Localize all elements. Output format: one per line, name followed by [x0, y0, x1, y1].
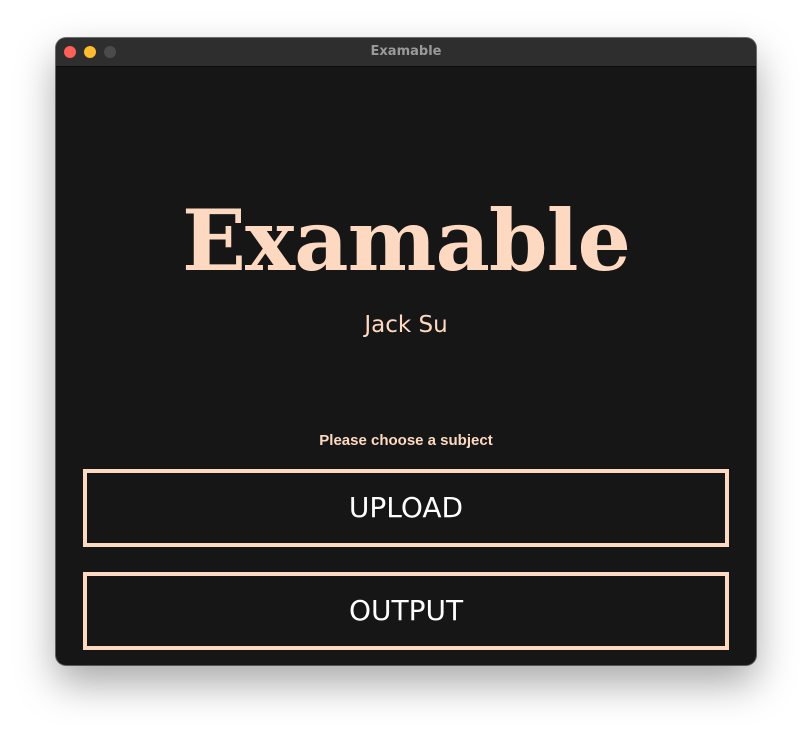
- author-name: Jack Su: [364, 312, 448, 338]
- app-title: Examable: [182, 191, 631, 290]
- upload-button[interactable]: UPLOAD: [83, 469, 729, 547]
- subject-prompt: Please choose a subject: [319, 432, 493, 449]
- window-title: Examable: [370, 44, 442, 59]
- output-button[interactable]: OUTPUT: [83, 572, 729, 650]
- app-window: Examable Examable Jack Su Please choose …: [56, 38, 756, 665]
- title-bar[interactable]: Examable: [56, 38, 756, 67]
